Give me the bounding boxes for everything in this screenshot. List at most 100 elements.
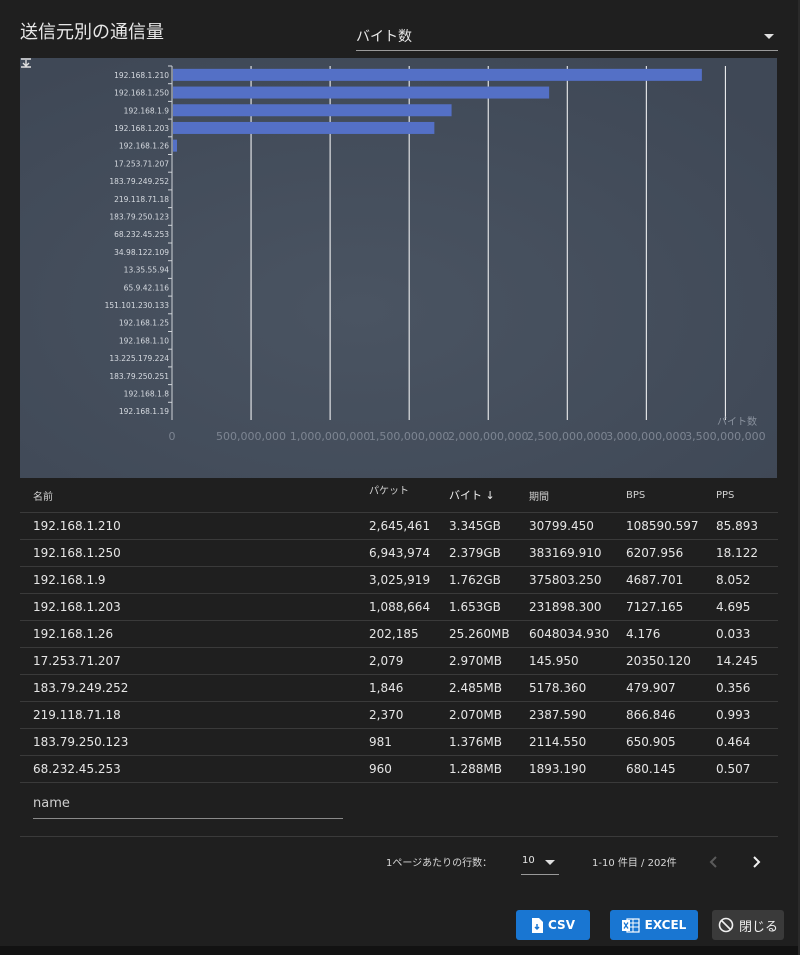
y-tick-label: 192.168.1.210 [114, 71, 169, 80]
col-header-name[interactable]: 名前 [20, 478, 369, 513]
cell-pps: 0.993 [716, 701, 778, 729]
y-tick-label: 17.253.71.207 [114, 159, 169, 168]
x-axis-label: バイト数 [717, 415, 757, 428]
cell-bps: 6207.956 [626, 539, 716, 567]
table-row: 192.168.1.26 202,185 25.260MB 6048034.930 4.… [20, 620, 778, 648]
arrow-down-icon: ↓ [485, 489, 495, 502]
cell-bps: 680.145 [626, 755, 716, 783]
cell-pps: 85.893 [716, 512, 778, 540]
cell-bytes: 2.970MB [449, 647, 529, 675]
cell-pps: 0.464 [716, 728, 778, 756]
excel-button[interactable]: EXCEL [610, 910, 698, 940]
cell-period: 145.950 [529, 647, 626, 675]
col-header-bytes[interactable]: バイト ↓ [449, 478, 529, 513]
table-row: 183.79.250.123 981 1.376MB 2114.550 650.905 0… [20, 728, 778, 756]
next-page-button[interactable] [746, 852, 766, 872]
file-download-icon [532, 917, 544, 933]
bar[interactable] [173, 104, 452, 117]
cell-period: 2387.590 [529, 701, 626, 729]
y-tick-label: 65.9.42.116 [124, 283, 170, 292]
y-tick-label: 192.168.1.10 [119, 336, 169, 345]
chart-svg: 192.168.1.210192.168.1.250192.168.1.9192… [20, 58, 777, 478]
y-tick-label: 192.168.1.203 [114, 124, 169, 133]
cell-period: 6048034.930 [529, 620, 626, 648]
cell-packets: 202,185 [369, 620, 449, 648]
excel-button-label: EXCEL [644, 918, 687, 932]
cell-bytes: 1.653GB [449, 593, 529, 621]
y-tick-label: 13.225.179.224 [109, 354, 169, 363]
chevron-right-icon [753, 856, 761, 868]
cell-bps: 108590.597 [626, 512, 716, 540]
dialog-title: 送信元別の通信量 [20, 22, 164, 43]
y-tick-label: 68.232.45.253 [114, 230, 169, 239]
cell-period: 231898.300 [529, 593, 626, 621]
col-header-period[interactable]: 期間 [529, 478, 626, 513]
bar[interactable] [173, 139, 177, 152]
table-row: 192.168.1.250 6,943,974 2.379GB 383169.910 6… [20, 539, 778, 567]
rows-per-page-label: 1ページあたりの行数： [386, 858, 493, 869]
cell-pps: 0.356 [716, 674, 778, 702]
name-filter-input[interactable] [33, 796, 333, 811]
y-tick-label: 34.98.122.109 [114, 248, 169, 257]
y-tick-label: 219.118.71.18 [114, 195, 169, 204]
cell-bytes: 25.260MB [449, 620, 529, 648]
rows-per-page-value: 10 [522, 855, 535, 866]
x-tick-label: 1,500,000,000 [369, 430, 449, 443]
cell-bytes: 1.376MB [449, 728, 529, 756]
col-header-bps[interactable]: BPS [626, 478, 716, 513]
divider [20, 836, 778, 837]
chevron-down-icon [545, 860, 555, 865]
cell-bps: 7127.165 [626, 593, 716, 621]
x-tick-label: 3,500,000,000 [685, 430, 765, 443]
bar[interactable] [173, 86, 550, 99]
metric-select-value: バイト数 [356, 29, 412, 45]
cell-packets: 1,088,664 [369, 593, 449, 621]
cell-name: 192.168.1.210 [20, 512, 369, 540]
cell-bytes: 1.288MB [449, 755, 529, 783]
rows-per-page-select[interactable]: 10 [521, 850, 559, 875]
cell-pps: 0.507 [716, 755, 778, 783]
bar[interactable] [173, 121, 435, 134]
cell-period: 383169.910 [529, 539, 626, 567]
cell-name: 192.168.1.26 [20, 620, 369, 648]
cell-name: 68.232.45.253 [20, 755, 369, 783]
bar[interactable] [173, 68, 702, 81]
cell-bps: 4.176 [626, 620, 716, 648]
csv-button[interactable]: CSV [516, 910, 590, 940]
table-row: 219.118.71.18 2,370 2.070MB 2387.590 866.846… [20, 701, 778, 729]
cell-period: 5178.360 [529, 674, 626, 702]
chevron-down-icon [764, 34, 774, 39]
y-tick-label: 192.168.1.25 [119, 319, 169, 328]
y-tick-label: 192.168.1.26 [119, 142, 169, 151]
cell-pps: 8.052 [716, 566, 778, 594]
table-row: 192.168.1.210 2,645,461 3.345GB 30799.450 10… [20, 512, 778, 540]
cell-packets: 2,645,461 [369, 512, 449, 540]
cell-period: 30799.450 [529, 512, 626, 540]
x-tick-label: 1,000,000,000 [290, 430, 370, 443]
cell-name: 192.168.1.203 [20, 593, 369, 621]
close-button[interactable]: 閉じる [712, 910, 784, 940]
cell-packets: 2,370 [369, 701, 449, 729]
cell-packets: 1,846 [369, 674, 449, 702]
cell-bps: 4687.701 [626, 566, 716, 594]
table-row: 183.79.249.252 1,846 2.485MB 5178.360 479.90… [20, 674, 778, 702]
cell-bps: 650.905 [626, 728, 716, 756]
col-header-packets[interactable]: パケット [369, 478, 449, 513]
cell-name: 192.168.1.9 [20, 566, 369, 594]
cell-bps: 866.846 [626, 701, 716, 729]
col-header-pps[interactable]: PPS [716, 478, 778, 513]
metric-select[interactable]: バイト数 [356, 22, 778, 51]
cell-bps: 20350.120 [626, 647, 716, 675]
table-row: 68.232.45.253 960 1.288MB 1893.190 680.145 0.… [20, 755, 778, 783]
table-row: 192.168.1.9 3,025,919 1.762GB 375803.250 468… [20, 566, 778, 594]
y-tick-label: 192.168.1.19 [119, 407, 169, 416]
cell-bytes: 1.762GB [449, 566, 529, 594]
name-filter-field[interactable] [33, 796, 343, 819]
prev-page-button[interactable] [704, 852, 724, 872]
cell-period: 375803.250 [529, 566, 626, 594]
cell-bytes: 2.379GB [449, 539, 529, 567]
cell-packets: 960 [369, 755, 449, 783]
table-row: 17.253.71.207 2,079 2.970MB 145.950 20350.12… [20, 647, 778, 675]
save-image-icon[interactable] [20, 58, 32, 68]
table-header-row: 名前 パケット バイト ↓ 期間 BPS PPS [20, 478, 778, 513]
